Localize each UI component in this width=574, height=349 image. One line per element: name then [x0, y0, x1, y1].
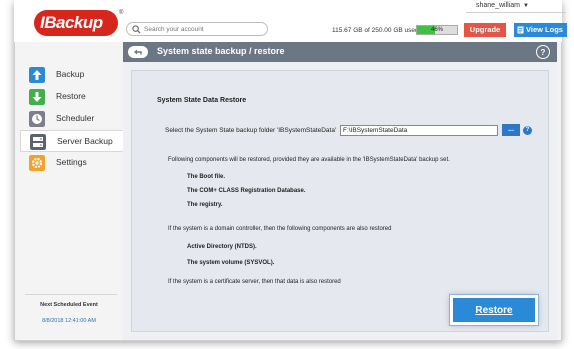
sidebar-item-label: Server Backup [57, 136, 113, 146]
certificate-note: If the system is a certificate server, t… [168, 279, 341, 285]
component-item: The Boot file. [187, 174, 225, 180]
sidebar-item-label: Scheduler [56, 113, 95, 123]
server-icon [30, 134, 46, 150]
user-divider [466, 12, 566, 13]
restore-card: System State Data Restore Select the Sys… [131, 70, 549, 332]
domain-intro: If the system is a domain controller, th… [168, 226, 392, 232]
upload-arrow-icon [29, 67, 45, 83]
sidebar-divider [25, 294, 117, 295]
user-menu[interactable]: shane_william ▼ [476, 2, 529, 9]
main-panel: System State Data Restore Select the Sys… [123, 62, 557, 340]
sidebar-item-backup[interactable]: Backup [20, 64, 123, 86]
header: IBackup ® shane_william▼ 115.67 GB of 25… [14, 0, 567, 42]
search-input[interactable] [144, 24, 264, 35]
sidebar-item-restore[interactable]: Restore [20, 86, 123, 108]
download-arrow-icon [29, 89, 45, 105]
domain-component-item: The system volume (SYSVOL). [187, 260, 275, 266]
clock-icon [29, 111, 45, 127]
browse-button[interactable]: ... [502, 124, 520, 136]
sidebar-item-label: Settings [56, 157, 87, 167]
domain-component-item: Active Directory (NTDS). [187, 244, 257, 250]
page-titlebar: System state backup / restore ? [123, 42, 557, 62]
section-title: System State Data Restore [157, 97, 247, 104]
ibackup-logo: IBackup ® [34, 10, 124, 36]
sidebar-item-scheduler[interactable]: Scheduler [20, 108, 123, 130]
next-scheduled-title: Next Scheduled Event [40, 302, 98, 308]
chevron-down-icon: ▼ [522, 3, 529, 9]
sidebar-item-settings[interactable]: Settings [20, 152, 123, 174]
user-name: shane_william [476, 2, 520, 9]
restore-button[interactable]: Restore [450, 295, 538, 325]
next-scheduled-time: 8/8/2018 12:41:00 AM [42, 318, 96, 324]
view-logs-label: View Logs [526, 25, 563, 34]
sidebar-item-label: Restore [56, 91, 86, 101]
storage-usage-bar: 46% [416, 25, 458, 35]
folder-path-input[interactable] [340, 125, 498, 136]
sidebar: Backup Restore Scheduler Server Backup S… [15, 42, 123, 340]
folder-select-label: Select the System State backup folder 'I… [165, 127, 337, 134]
storage-usage-percent: 46% [430, 27, 443, 33]
page-title: System state backup / restore [157, 46, 285, 56]
component-item: The COM+ CLASS Registration Database. [187, 188, 306, 194]
sidebar-item-server-backup[interactable]: Server Backup [20, 130, 123, 152]
help-button[interactable]: ? [536, 45, 550, 59]
upgrade-button[interactable]: Upgrade [464, 23, 506, 37]
storage-usage-text: 115.67 GB of 250.00 GB used [332, 27, 419, 34]
logo-text: IBackup [40, 13, 103, 32]
back-button[interactable] [128, 46, 148, 58]
back-arrow-icon [134, 49, 142, 55]
gear-icon [29, 155, 45, 171]
info-icon[interactable]: ? [523, 126, 532, 135]
view-logs-button[interactable]: View Logs [514, 23, 567, 37]
logo-registered-mark: ® [119, 10, 124, 16]
search-box[interactable] [126, 22, 268, 36]
components-intro: Following components will be restored, p… [168, 157, 450, 163]
sidebar-item-label: Backup [56, 69, 85, 79]
app-window: IBackup ® shane_william▼ 115.67 GB of 25… [0, 0, 574, 349]
component-item: The registry. [187, 202, 223, 208]
logs-icon [517, 26, 524, 34]
search-icon [132, 25, 141, 34]
